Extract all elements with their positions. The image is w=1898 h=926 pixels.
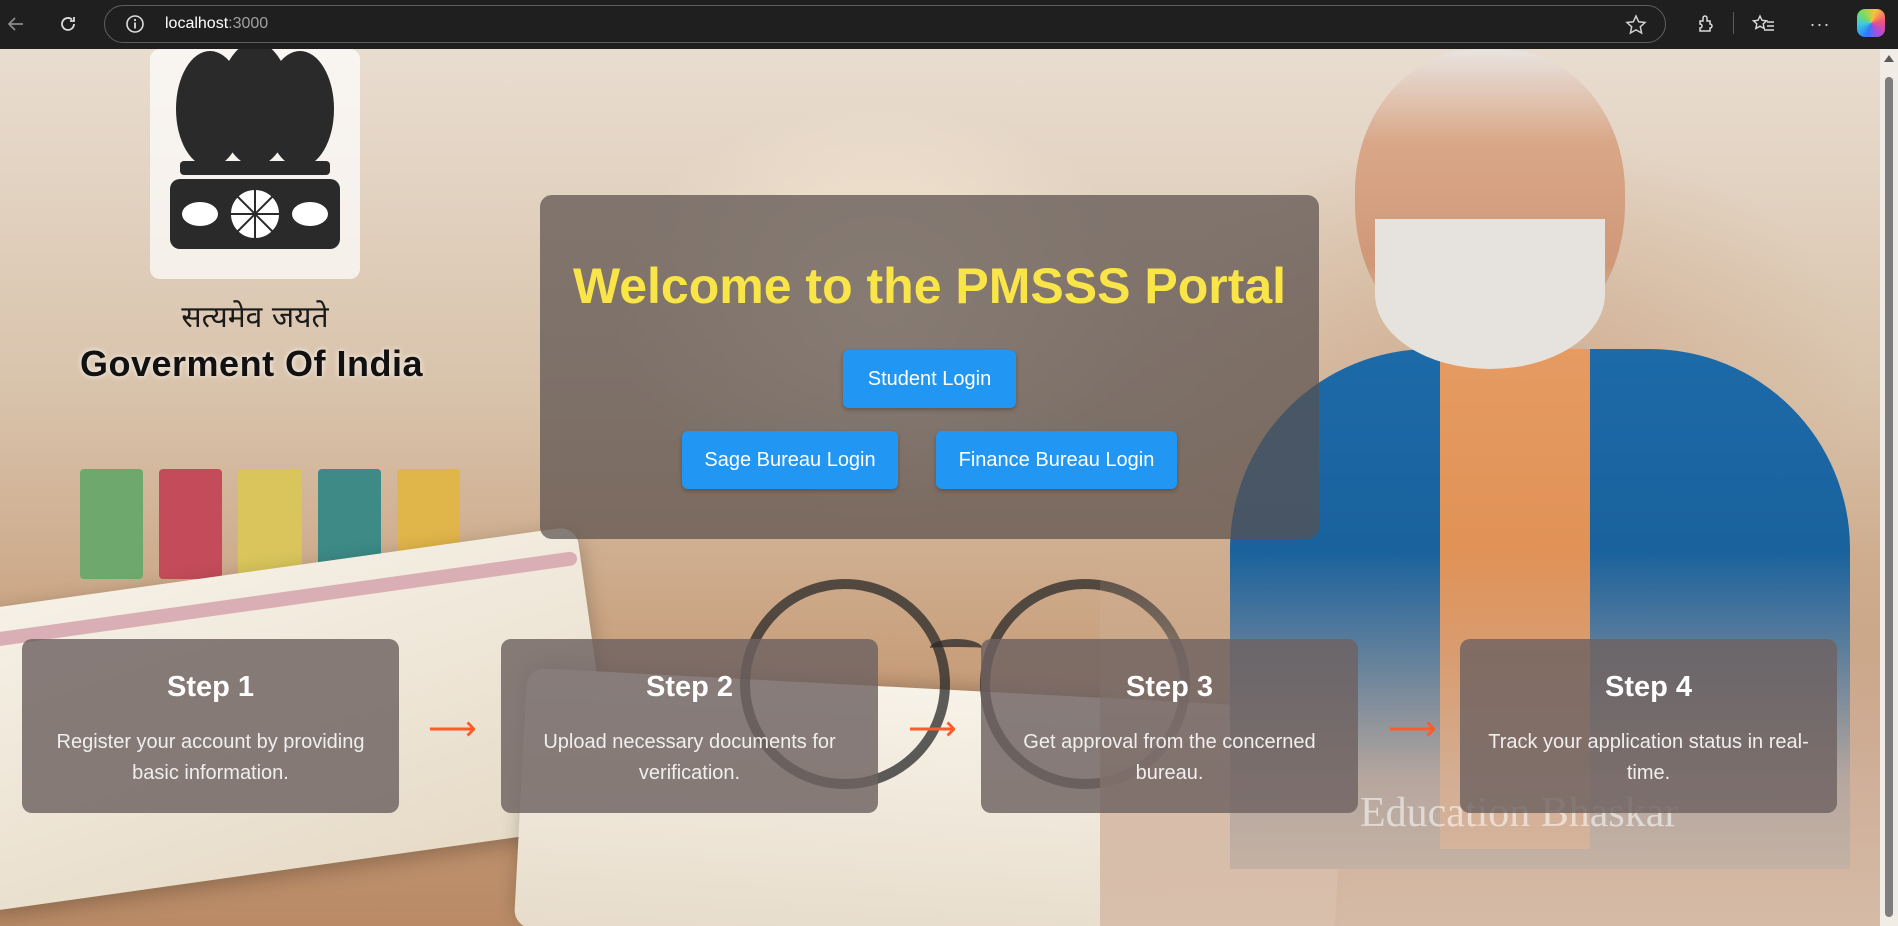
- welcome-card: Welcome to the PMSSS Portal Student Logi…: [540, 195, 1319, 539]
- step-description: Track your application status in real-ti…: [1488, 731, 1809, 784]
- step-arrow-icon: ⟶: [1388, 710, 1437, 748]
- national-emblem-icon: [150, 49, 360, 279]
- page-title: Welcome to the PMSSS Portal: [572, 258, 1287, 314]
- back-icon[interactable]: [0, 8, 32, 40]
- step-description: Get approval from the concerned bureau.: [1023, 731, 1316, 784]
- extensions-icon[interactable]: [1690, 8, 1722, 40]
- step-arrow-icon: ⟶: [908, 710, 957, 748]
- government-title: Goverment Of India: [80, 343, 424, 384]
- star-icon[interactable]: [1625, 14, 1647, 41]
- sage-bureau-login-button[interactable]: Sage Bureau Login: [682, 431, 898, 489]
- browser-toolbar: localhost:3000 ···: [0, 0, 1898, 49]
- step-title: Step 4: [1604, 671, 1693, 703]
- info-icon[interactable]: [125, 14, 145, 34]
- favorites-icon[interactable]: [1748, 8, 1780, 40]
- portrait-beard: [1375, 219, 1605, 369]
- step-title: Step 1: [166, 671, 255, 703]
- student-login-button[interactable]: Student Login: [843, 350, 1016, 408]
- page-scrollbar[interactable]: [1880, 49, 1898, 926]
- step-description: Register your account by providing basic…: [56, 731, 365, 784]
- step-description: Upload necessary documents for verificat…: [543, 731, 836, 784]
- national-motto: सत्यमेव जयते: [181, 300, 329, 335]
- landing-page: Education Bhaskar सत्यमेव जयते Goverment…: [0, 49, 1880, 926]
- copilot-icon[interactable]: [1857, 9, 1885, 37]
- step-card-4: Step 4 Track your application status in …: [1460, 639, 1837, 813]
- step-card-3: Step 3 Get approval from the concerned b…: [981, 639, 1358, 813]
- background-glasses-bridge: [930, 639, 982, 657]
- scrollbar-thumb[interactable]: [1885, 77, 1893, 917]
- reload-icon[interactable]: [52, 8, 84, 40]
- address-bar[interactable]: localhost:3000: [104, 5, 1666, 43]
- step-card-1: Step 1 Register your account by providin…: [22, 639, 399, 813]
- more-icon[interactable]: ···: [1804, 8, 1836, 40]
- step-title: Step 2: [645, 671, 734, 703]
- step-card-2: Step 2 Upload necessary documents for ve…: [501, 639, 878, 813]
- scroll-up-icon[interactable]: [1884, 55, 1894, 62]
- step-arrow-icon: ⟶: [428, 710, 477, 748]
- finance-bureau-login-button[interactable]: Finance Bureau Login: [936, 431, 1177, 489]
- step-title: Step 3: [1125, 671, 1214, 703]
- url-text: localhost:3000: [165, 15, 269, 32]
- toolbar-divider: [1733, 12, 1734, 34]
